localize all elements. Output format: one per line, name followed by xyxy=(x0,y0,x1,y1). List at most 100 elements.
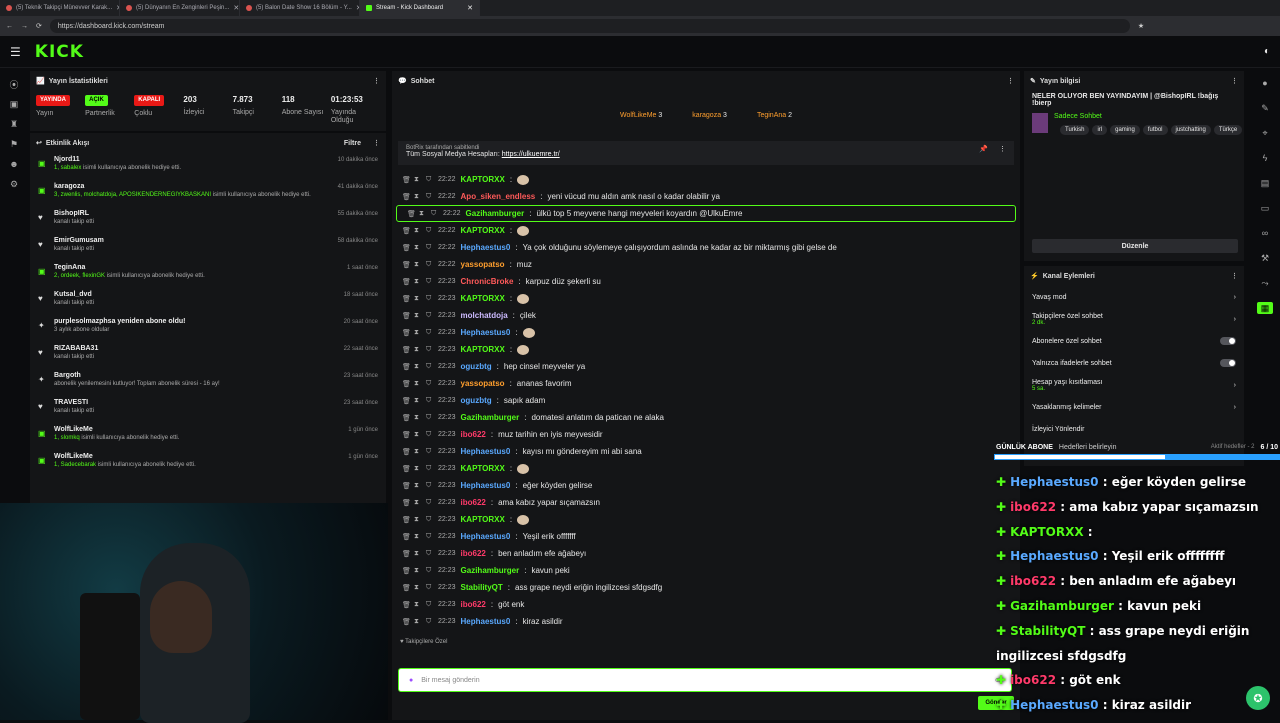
timeout-icon[interactable]: ⧗ xyxy=(414,329,421,337)
activity-item[interactable]: ▣ karagoza 3, zwenlis, molchatdoja, APOSIK… xyxy=(30,180,386,207)
delete-icon[interactable]: 🗑 xyxy=(402,618,411,626)
wrench-icon[interactable]: ⚒ xyxy=(1257,252,1273,264)
chat-message[interactable]: 🗑 ⧗ ⛉ 22:23 KAPTORXX: xyxy=(392,341,1020,358)
timeout-icon[interactable]: ⧗ xyxy=(414,380,421,388)
channel-action-row[interactable]: Yalnızca ifadelerle sohbet xyxy=(1024,352,1244,374)
ban-icon[interactable]: ⛉ xyxy=(426,227,433,235)
chat-message[interactable]: 🗑 ⧗ ⛉ 22:23 Hephaestus0: eğer köyden gelirse xyxy=(392,477,1020,494)
ban-icon[interactable]: ⛉ xyxy=(426,431,433,439)
more-icon[interactable]: ⋮ xyxy=(999,145,1006,153)
delete-icon[interactable]: 🗑 xyxy=(402,499,411,507)
message-user[interactable]: Gazihamburger xyxy=(461,413,520,422)
activity-item[interactable]: ♥ TRAVESTI kanalı takip etti 23 saat önce xyxy=(30,396,386,423)
mic-icon[interactable]: ● xyxy=(409,677,413,684)
message-user[interactable]: Gazihamburger xyxy=(461,566,520,575)
message-user[interactable]: KAPTORXX xyxy=(461,294,505,303)
ban-icon[interactable]: ⛉ xyxy=(426,482,433,490)
message-user[interactable]: oguzbtg xyxy=(461,396,492,405)
delete-icon[interactable]: 🗑 xyxy=(402,295,411,303)
timeout-icon[interactable]: ⧗ xyxy=(414,601,421,609)
toggle-switch[interactable] xyxy=(1220,337,1236,345)
chat-message[interactable]: 🗑 ⧗ ⛉ 22:23 Gazihamburger: domatesi anlatım d… xyxy=(392,409,1020,426)
chat-message[interactable]: 🗑 ⧗ ⛉ 22:23 Hephaestus0: Yeşil erik offfffff xyxy=(392,528,1020,545)
ban-icon[interactable]: ⛉ xyxy=(426,244,433,252)
browser-tab[interactable]: (5) Dünyanın En Zenginleri Peşin... ✕ xyxy=(120,0,240,16)
activity-item[interactable]: ▣ WolfLikeMe 1, slomkq isimli kullanıcıya … xyxy=(30,423,386,450)
close-tab-icon[interactable]: ✕ xyxy=(233,4,239,12)
forward-icon[interactable]: → xyxy=(21,23,28,30)
message-user[interactable]: ChronicBroke xyxy=(461,277,514,286)
timeout-icon[interactable]: ⧗ xyxy=(414,618,421,626)
toggle-switch[interactable] xyxy=(1220,359,1236,367)
ban-icon[interactable]: ⛉ xyxy=(426,448,433,456)
message-user[interactable]: Hephaestus0 xyxy=(461,447,511,456)
chevron-right-icon[interactable]: › xyxy=(1234,404,1236,411)
message-user[interactable]: oguzbtg xyxy=(461,362,492,371)
ban-icon[interactable]: ⛉ xyxy=(426,261,433,269)
timeout-icon[interactable]: ⧗ xyxy=(414,278,421,286)
message-user[interactable]: ibo622 xyxy=(461,430,486,439)
filter-button[interactable]: Filtre xyxy=(344,140,361,147)
activity-item[interactable]: ▣ TeginAna 2, ordeek, flexinGK isimli kull… xyxy=(30,261,386,288)
activity-item[interactable]: ♥ EmirGumusam kanalı takip etti 58 dakika ö… xyxy=(30,234,386,261)
mod-icon[interactable]: ⚑ xyxy=(6,138,22,150)
chat-message[interactable]: 🗑 ⧗ ⛉ 22:23 ibo622: göt enk xyxy=(392,596,1020,613)
delete-icon[interactable]: 🗑 xyxy=(402,482,411,490)
channel-action-row[interactable]: Yasaklanmış kelimeler › xyxy=(1024,396,1244,418)
gifter[interactable]: karagoza 3 xyxy=(692,112,727,119)
reload-icon[interactable]: ⟳ xyxy=(36,22,42,30)
settings-icon[interactable]: ⚙ xyxy=(6,178,22,190)
delete-icon[interactable]: 🗑 xyxy=(402,176,411,184)
tag-chip[interactable]: justchatting xyxy=(1170,125,1211,135)
timeout-icon[interactable]: ⧗ xyxy=(414,482,421,490)
timeout-icon[interactable]: ⧗ xyxy=(414,295,421,303)
delete-icon[interactable]: 🗑 xyxy=(402,312,411,320)
timeout-icon[interactable]: ⧗ xyxy=(414,533,421,541)
message-user[interactable]: molchatdoja xyxy=(461,311,508,320)
message-user[interactable]: Gazihamburger xyxy=(466,209,525,218)
channel-action-row[interactable]: Abonelere özel sohbet xyxy=(1024,330,1244,352)
activity-item[interactable]: ♥ RIZABABA31 kanalı takip etti 22 saat önce xyxy=(30,342,386,369)
delete-icon[interactable]: 🗑 xyxy=(402,550,411,558)
delete-icon[interactable]: 🗑 xyxy=(402,329,411,337)
delete-icon[interactable]: 🗑 xyxy=(402,261,411,269)
delete-icon[interactable]: 🗑 xyxy=(402,193,411,201)
tag-chip[interactable]: gaming xyxy=(1110,125,1140,135)
message-user[interactable]: Hephaestus0 xyxy=(461,481,511,490)
ban-icon[interactable]: ⛉ xyxy=(426,363,433,371)
message-user[interactable]: ibo622 xyxy=(461,600,486,609)
timeout-icon[interactable]: ⧗ xyxy=(414,261,421,269)
delete-icon[interactable]: 🗑 xyxy=(402,278,411,286)
chevron-right-icon[interactable]: › xyxy=(1234,316,1236,323)
browser-tab[interactable]: Stream - Kick Dashboard ✕ xyxy=(360,0,480,16)
timeout-icon[interactable]: ⧗ xyxy=(419,210,426,218)
document-icon[interactable]: ▤ xyxy=(1257,177,1273,189)
tag-chip[interactable]: futbol xyxy=(1142,125,1168,135)
bookmark-star-icon[interactable]: ★ xyxy=(1138,22,1144,30)
timeout-icon[interactable]: ⧗ xyxy=(414,448,421,456)
ban-icon[interactable]: ⛉ xyxy=(426,295,433,303)
ban-icon[interactable]: ⛉ xyxy=(426,329,433,337)
chat-message[interactable]: 🗑 ⧗ ⛉ 22:23 KAPTORXX: xyxy=(392,511,1020,528)
chat-message[interactable]: 🗑 ⧗ ⛉ 22:23 ibo622: muz tarihin en iyis meyve… xyxy=(392,426,1020,443)
ban-icon[interactable]: ⛉ xyxy=(426,601,433,609)
activity-item[interactable]: ▣ Njord11 1, sabalex isimli kullanıcıya ab… xyxy=(30,153,386,180)
chat-message[interactable]: 🗑 ⧗ ⛉ 22:23 KAPTORXX: xyxy=(392,290,1020,307)
delete-icon[interactable]: 🗑 xyxy=(407,210,416,218)
timeout-icon[interactable]: ⧗ xyxy=(414,346,421,354)
timeout-icon[interactable]: ⧗ xyxy=(414,584,421,592)
timeout-icon[interactable]: ⧗ xyxy=(414,244,421,252)
chat-message[interactable]: 🗑 ⧗ ⛉ 22:23 ibo622: ben anladım efe ağabeyı xyxy=(392,545,1020,562)
channel-action-row[interactable]: Takipçilere özel sohbet 2 dk. › xyxy=(1024,308,1244,330)
link-icon[interactable]: ∞ xyxy=(1257,227,1273,239)
timeout-icon[interactable]: ⧗ xyxy=(414,465,421,473)
message-user[interactable]: Hephaestus0 xyxy=(461,617,511,626)
delete-icon[interactable]: 🗑 xyxy=(402,346,411,354)
ban-icon[interactable]: ⛉ xyxy=(426,397,433,405)
message-user[interactable]: yassopatso xyxy=(461,260,505,269)
delete-icon[interactable]: 🗑 xyxy=(402,431,411,439)
ban-icon[interactable]: ⛉ xyxy=(426,584,433,592)
chat-message[interactable]: 🗑 ⧗ ⛉ 22:23 molchatdoja: çilek xyxy=(392,307,1020,324)
delete-icon[interactable]: 🗑 xyxy=(402,414,411,422)
chevron-right-icon[interactable]: › xyxy=(1234,382,1236,389)
